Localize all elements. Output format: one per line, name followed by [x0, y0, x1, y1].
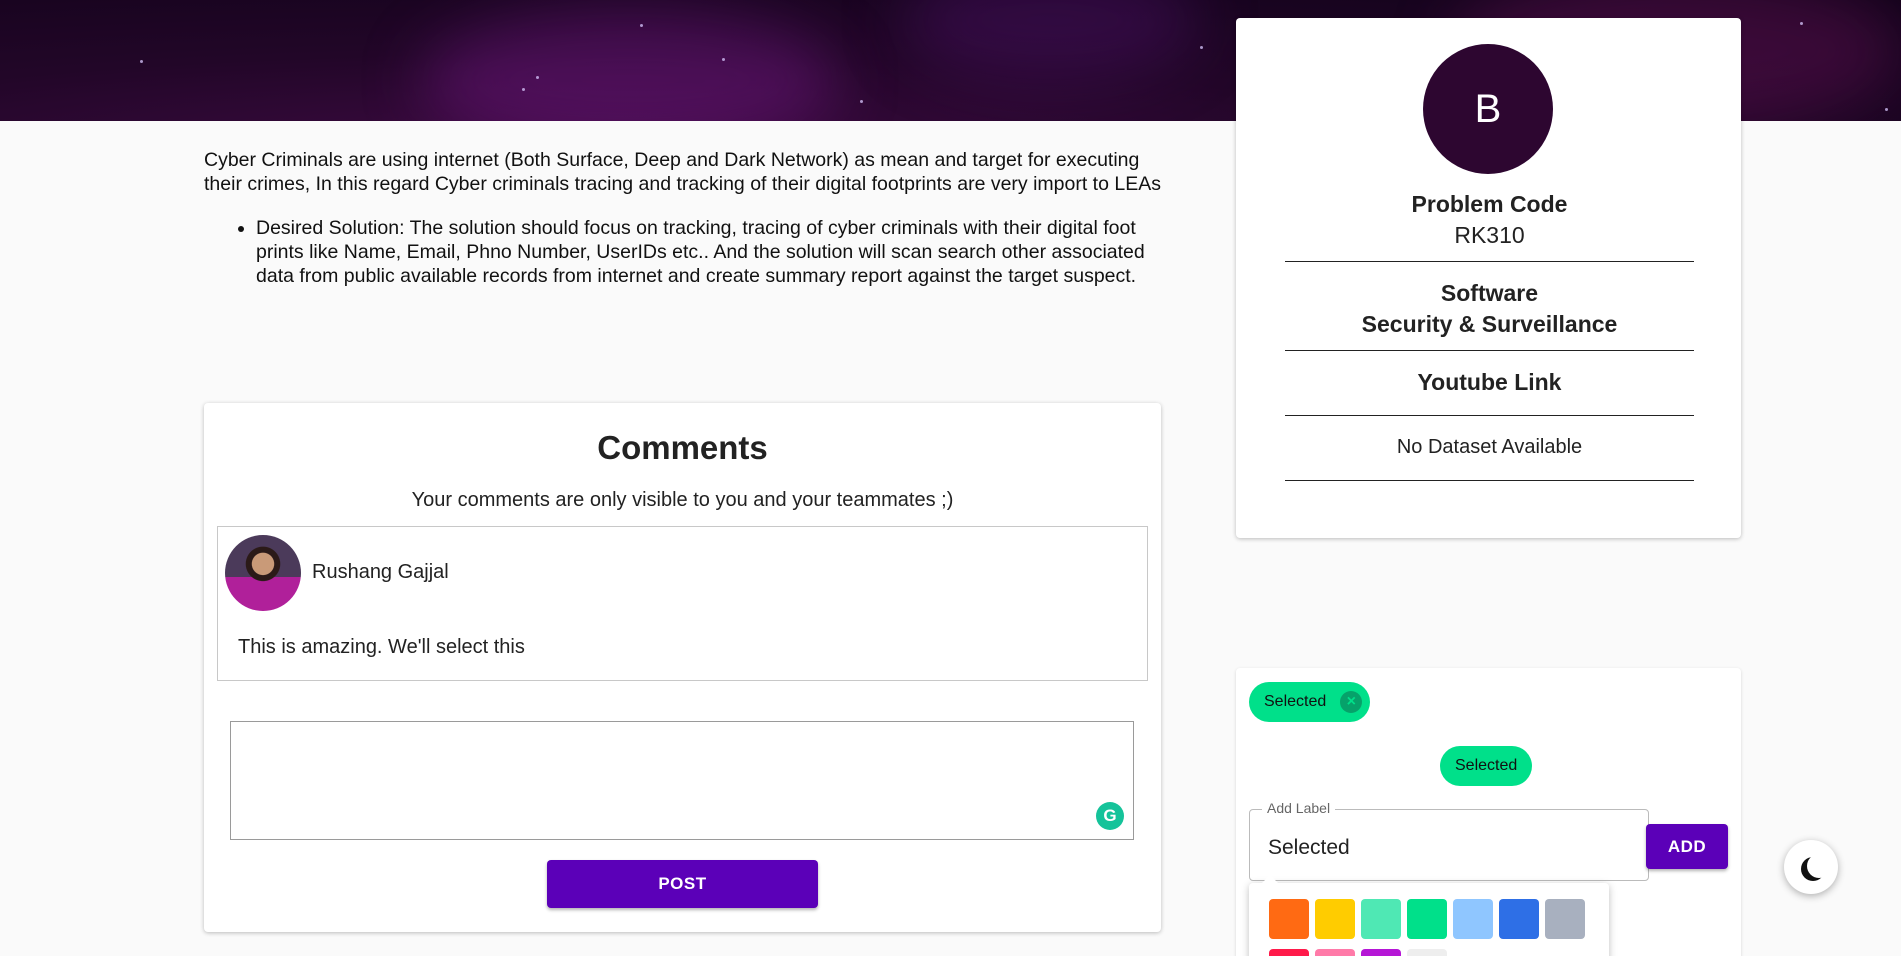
color-swatch[interactable] — [1315, 949, 1355, 956]
divider — [1285, 350, 1694, 351]
comment-item: Rushang Gajjal This is amazing. We'll se… — [217, 526, 1148, 681]
color-swatch[interactable] — [1407, 899, 1447, 939]
dataset-status: No Dataset Available — [1396, 436, 1583, 458]
problem-code-value: RK310 — [1454, 222, 1525, 248]
color-swatch[interactable] — [1361, 949, 1401, 956]
add-label-input[interactable]: Selected — [1268, 836, 1350, 860]
comment-author: Rushang Gajjal — [312, 561, 449, 583]
color-swatch[interactable] — [1453, 899, 1493, 939]
category-type: Software — [1440, 280, 1539, 306]
label-preview-chip: Selected — [1440, 746, 1533, 786]
post-button[interactable]: POST — [547, 860, 818, 908]
field-label: Add Label — [1262, 800, 1336, 816]
problem-info-card: B Problem Code RK310 Software Security &… — [1236, 18, 1741, 538]
description-bullets: Desired Solution: The solution should fo… — [256, 216, 1164, 288]
category-theme: Security & Surveillance — [1361, 311, 1618, 337]
color-swatch[interactable] — [1269, 949, 1309, 956]
description-bullet: Desired Solution: The solution should fo… — [256, 216, 1164, 288]
comment-text: This is amazing. We'll select this — [238, 636, 525, 658]
problem-description: Cyber Criminals are using internet (Both… — [204, 148, 1164, 288]
comments-note: Your comments are only visible to you an… — [411, 489, 954, 511]
comments-card: Comments Your comments are only visible … — [204, 403, 1161, 932]
divider — [1285, 261, 1694, 262]
color-palette — [1249, 875, 1609, 956]
comment-textarea[interactable]: G — [230, 721, 1134, 840]
divider — [1285, 480, 1694, 481]
avatar — [225, 535, 301, 611]
grammarly-icon[interactable]: G — [1096, 802, 1124, 830]
description-intro: Cyber Criminals are using internet (Both… — [204, 149, 1161, 195]
avatar: B — [1423, 44, 1553, 174]
theme-toggle-button[interactable] — [1784, 840, 1838, 894]
color-swatch[interactable] — [1545, 899, 1585, 939]
youtube-link[interactable]: Youtube Link — [1285, 369, 1694, 396]
label-card: Selected × Selected Add Label Selected A… — [1236, 668, 1741, 956]
close-circle-icon[interactable]: × — [1340, 691, 1363, 713]
color-swatch[interactable] — [1269, 899, 1309, 939]
color-swatch[interactable] — [1407, 949, 1447, 956]
divider — [1285, 415, 1694, 416]
palette-caret — [1261, 875, 1279, 884]
color-swatch[interactable] — [1315, 899, 1355, 939]
chip-label: Selected — [1264, 693, 1327, 710]
selected-label-chip: Selected × — [1249, 682, 1371, 722]
problem-code-label: Problem Code — [1411, 191, 1568, 217]
add-button[interactable]: ADD — [1646, 824, 1728, 869]
add-label-field[interactable]: Add Label Selected — [1249, 800, 1649, 881]
color-swatch[interactable] — [1361, 899, 1401, 939]
comments-title: Comments — [597, 429, 768, 466]
color-swatch[interactable] — [1499, 899, 1539, 939]
moon-icon — [1807, 854, 1831, 878]
